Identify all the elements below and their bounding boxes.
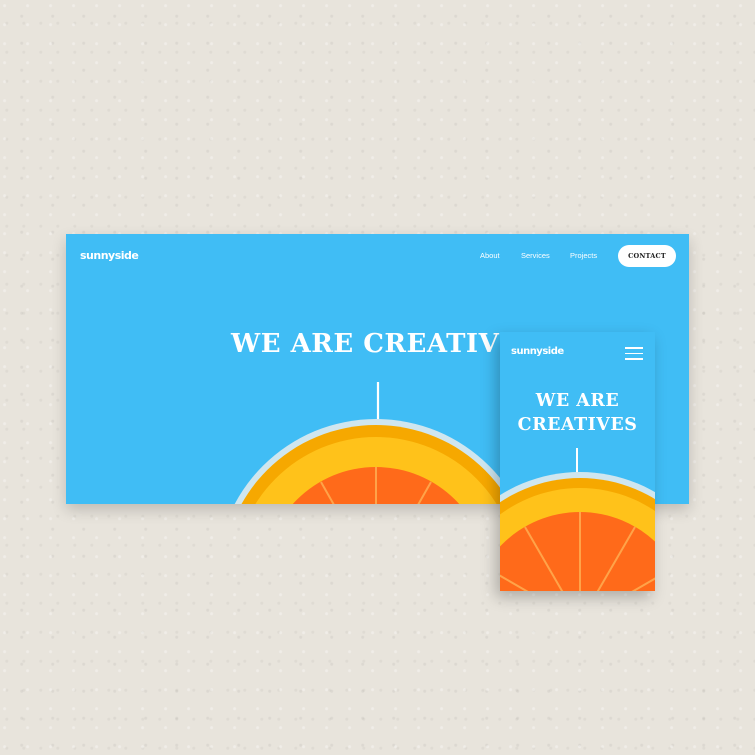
logo[interactable]: sunnyside xyxy=(511,346,564,357)
logo[interactable]: sunnyside xyxy=(80,249,139,262)
nav-link-about[interactable]: About xyxy=(480,251,500,260)
hamburger-menu-icon[interactable] xyxy=(625,347,643,360)
hero-headline-line-1: WE ARE xyxy=(535,391,620,411)
hero-headline: WE ARE CREATIVES xyxy=(231,329,539,359)
nav-link-services[interactable]: Services xyxy=(521,251,550,260)
mobile-preview: sunnyside WE ARE CREATIVES xyxy=(500,332,655,591)
orange-slice-image xyxy=(500,472,655,591)
hero-headline-line-2: CREATIVES xyxy=(517,415,638,435)
nav-link-projects[interactable]: Projects xyxy=(570,251,597,260)
orange-slice-image xyxy=(234,419,516,504)
contact-button[interactable]: CONTACT xyxy=(618,245,676,267)
